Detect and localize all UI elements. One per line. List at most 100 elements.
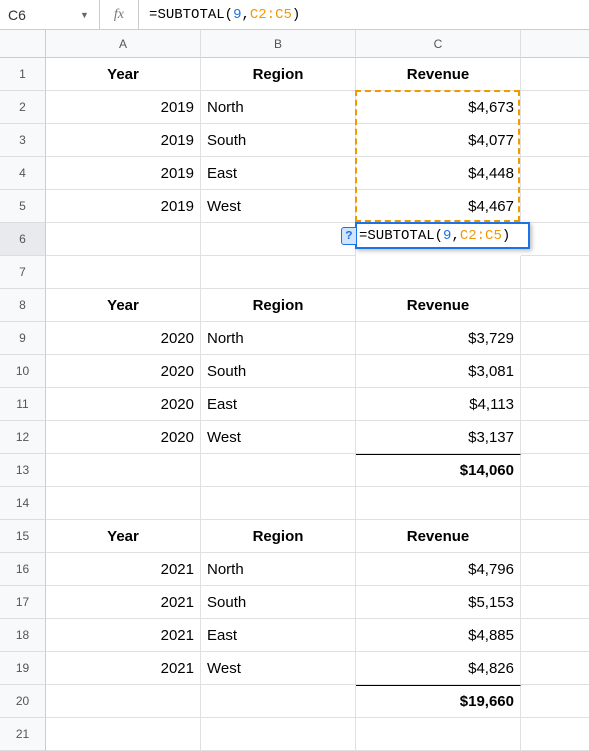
cell[interactable] xyxy=(521,454,589,487)
cell[interactable]: $4,448 xyxy=(356,157,521,190)
cell[interactable]: Year xyxy=(46,58,201,91)
row-header-16[interactable]: 16 xyxy=(0,553,46,586)
row-header-10[interactable]: 10 xyxy=(0,355,46,388)
cell[interactable] xyxy=(356,718,521,751)
fx-icon[interactable]: fx xyxy=(100,0,139,29)
cell[interactable] xyxy=(521,355,589,388)
cell[interactable]: East xyxy=(201,157,356,190)
row-header-14[interactable]: 14 xyxy=(0,487,46,520)
column-header-extra[interactable] xyxy=(521,30,589,58)
cell[interactable]: North xyxy=(201,553,356,586)
cell[interactable] xyxy=(46,685,201,718)
cell[interactable]: $3,081 xyxy=(356,355,521,388)
active-cell-editor[interactable]: ?=SUBTOTAL(9,C2:C5) xyxy=(355,222,530,249)
row-header-13[interactable]: 13 xyxy=(0,454,46,487)
row-header-21[interactable]: 21 xyxy=(0,718,46,751)
cell[interactable] xyxy=(46,487,201,520)
cell[interactable]: $4,077 xyxy=(356,124,521,157)
cell[interactable]: 2019 xyxy=(46,157,201,190)
cell[interactable]: South xyxy=(201,586,356,619)
cell[interactable]: Revenue xyxy=(356,58,521,91)
cell[interactable] xyxy=(201,454,356,487)
cell[interactable] xyxy=(521,421,589,454)
cell[interactable] xyxy=(521,619,589,652)
cell[interactable] xyxy=(521,388,589,421)
cell[interactable] xyxy=(521,553,589,586)
cell[interactable]: Region xyxy=(201,58,356,91)
cell[interactable]: $4,826 xyxy=(356,652,521,685)
column-header-b[interactable]: B xyxy=(201,30,356,58)
cell[interactable]: $4,673 xyxy=(356,91,521,124)
formula-input[interactable]: =SUBTOTAL(9,C2:C5) xyxy=(139,7,589,23)
cell[interactable] xyxy=(521,652,589,685)
cell[interactable]: $4,113 xyxy=(356,388,521,421)
cell[interactable]: $4,885 xyxy=(356,619,521,652)
cell[interactable] xyxy=(521,322,589,355)
row-header-15[interactable]: 15 xyxy=(0,520,46,553)
cell[interactable] xyxy=(521,256,589,289)
cell[interactable]: South xyxy=(201,124,356,157)
cell[interactable] xyxy=(521,157,589,190)
row-header-19[interactable]: 19 xyxy=(0,652,46,685)
cell[interactable]: $3,729 xyxy=(356,322,521,355)
cell[interactable] xyxy=(521,289,589,322)
cell[interactable]: 2020 xyxy=(46,421,201,454)
cell[interactable]: Year xyxy=(46,289,201,322)
cell[interactable]: North xyxy=(201,322,356,355)
cell[interactable]: 2021 xyxy=(46,553,201,586)
cell[interactable] xyxy=(46,223,201,256)
row-header-3[interactable]: 3 xyxy=(0,124,46,157)
cell[interactable]: $14,060 xyxy=(356,454,521,487)
cell[interactable]: South xyxy=(201,355,356,388)
cell[interactable] xyxy=(46,454,201,487)
cell[interactable] xyxy=(356,256,521,289)
cell[interactable]: 2020 xyxy=(46,322,201,355)
cell[interactable]: $4,467 xyxy=(356,190,521,223)
cell[interactable] xyxy=(521,487,589,520)
cell[interactable]: East xyxy=(201,388,356,421)
cell[interactable] xyxy=(521,91,589,124)
row-header-8[interactable]: 8 xyxy=(0,289,46,322)
row-header-5[interactable]: 5 xyxy=(0,190,46,223)
row-header-20[interactable]: 20 xyxy=(0,685,46,718)
cell[interactable] xyxy=(201,256,356,289)
cell[interactable]: $5,153 xyxy=(356,586,521,619)
cell[interactable] xyxy=(521,190,589,223)
cell[interactable]: 2020 xyxy=(46,388,201,421)
select-all-corner[interactable] xyxy=(0,30,46,58)
row-header-1[interactable]: 1 xyxy=(0,58,46,91)
cell[interactable] xyxy=(521,58,589,91)
cell[interactable] xyxy=(521,520,589,553)
row-header-11[interactable]: 11 xyxy=(0,388,46,421)
row-header-4[interactable]: 4 xyxy=(0,157,46,190)
cell[interactable]: 2020 xyxy=(46,355,201,388)
cell[interactable]: Region xyxy=(201,520,356,553)
cell[interactable]: 2021 xyxy=(46,619,201,652)
row-header-18[interactable]: 18 xyxy=(0,619,46,652)
cell[interactable] xyxy=(201,487,356,520)
name-box[interactable]: C6 xyxy=(0,7,80,23)
row-header-12[interactable]: 12 xyxy=(0,421,46,454)
row-header-7[interactable]: 7 xyxy=(0,256,46,289)
cell[interactable] xyxy=(521,685,589,718)
cell[interactable] xyxy=(46,718,201,751)
cell[interactable] xyxy=(521,124,589,157)
cell[interactable] xyxy=(201,685,356,718)
column-header-c[interactable]: C xyxy=(356,30,521,58)
cell[interactable]: West xyxy=(201,421,356,454)
name-box-dropdown-icon[interactable]: ▼ xyxy=(80,0,100,29)
cell[interactable]: 2021 xyxy=(46,586,201,619)
cell[interactable]: Revenue xyxy=(356,520,521,553)
cell[interactable] xyxy=(521,718,589,751)
cell[interactable]: 2019 xyxy=(46,124,201,157)
cell[interactable]: East xyxy=(201,619,356,652)
cell[interactable]: $4,796 xyxy=(356,553,521,586)
cell[interactable]: West xyxy=(201,652,356,685)
cell[interactable]: North xyxy=(201,91,356,124)
cell[interactable]: 2019 xyxy=(46,190,201,223)
column-header-a[interactable]: A xyxy=(46,30,201,58)
cell[interactable] xyxy=(201,223,356,256)
cell[interactable]: 2019 xyxy=(46,91,201,124)
cell[interactable] xyxy=(46,256,201,289)
cell[interactable]: $3,137 xyxy=(356,421,521,454)
